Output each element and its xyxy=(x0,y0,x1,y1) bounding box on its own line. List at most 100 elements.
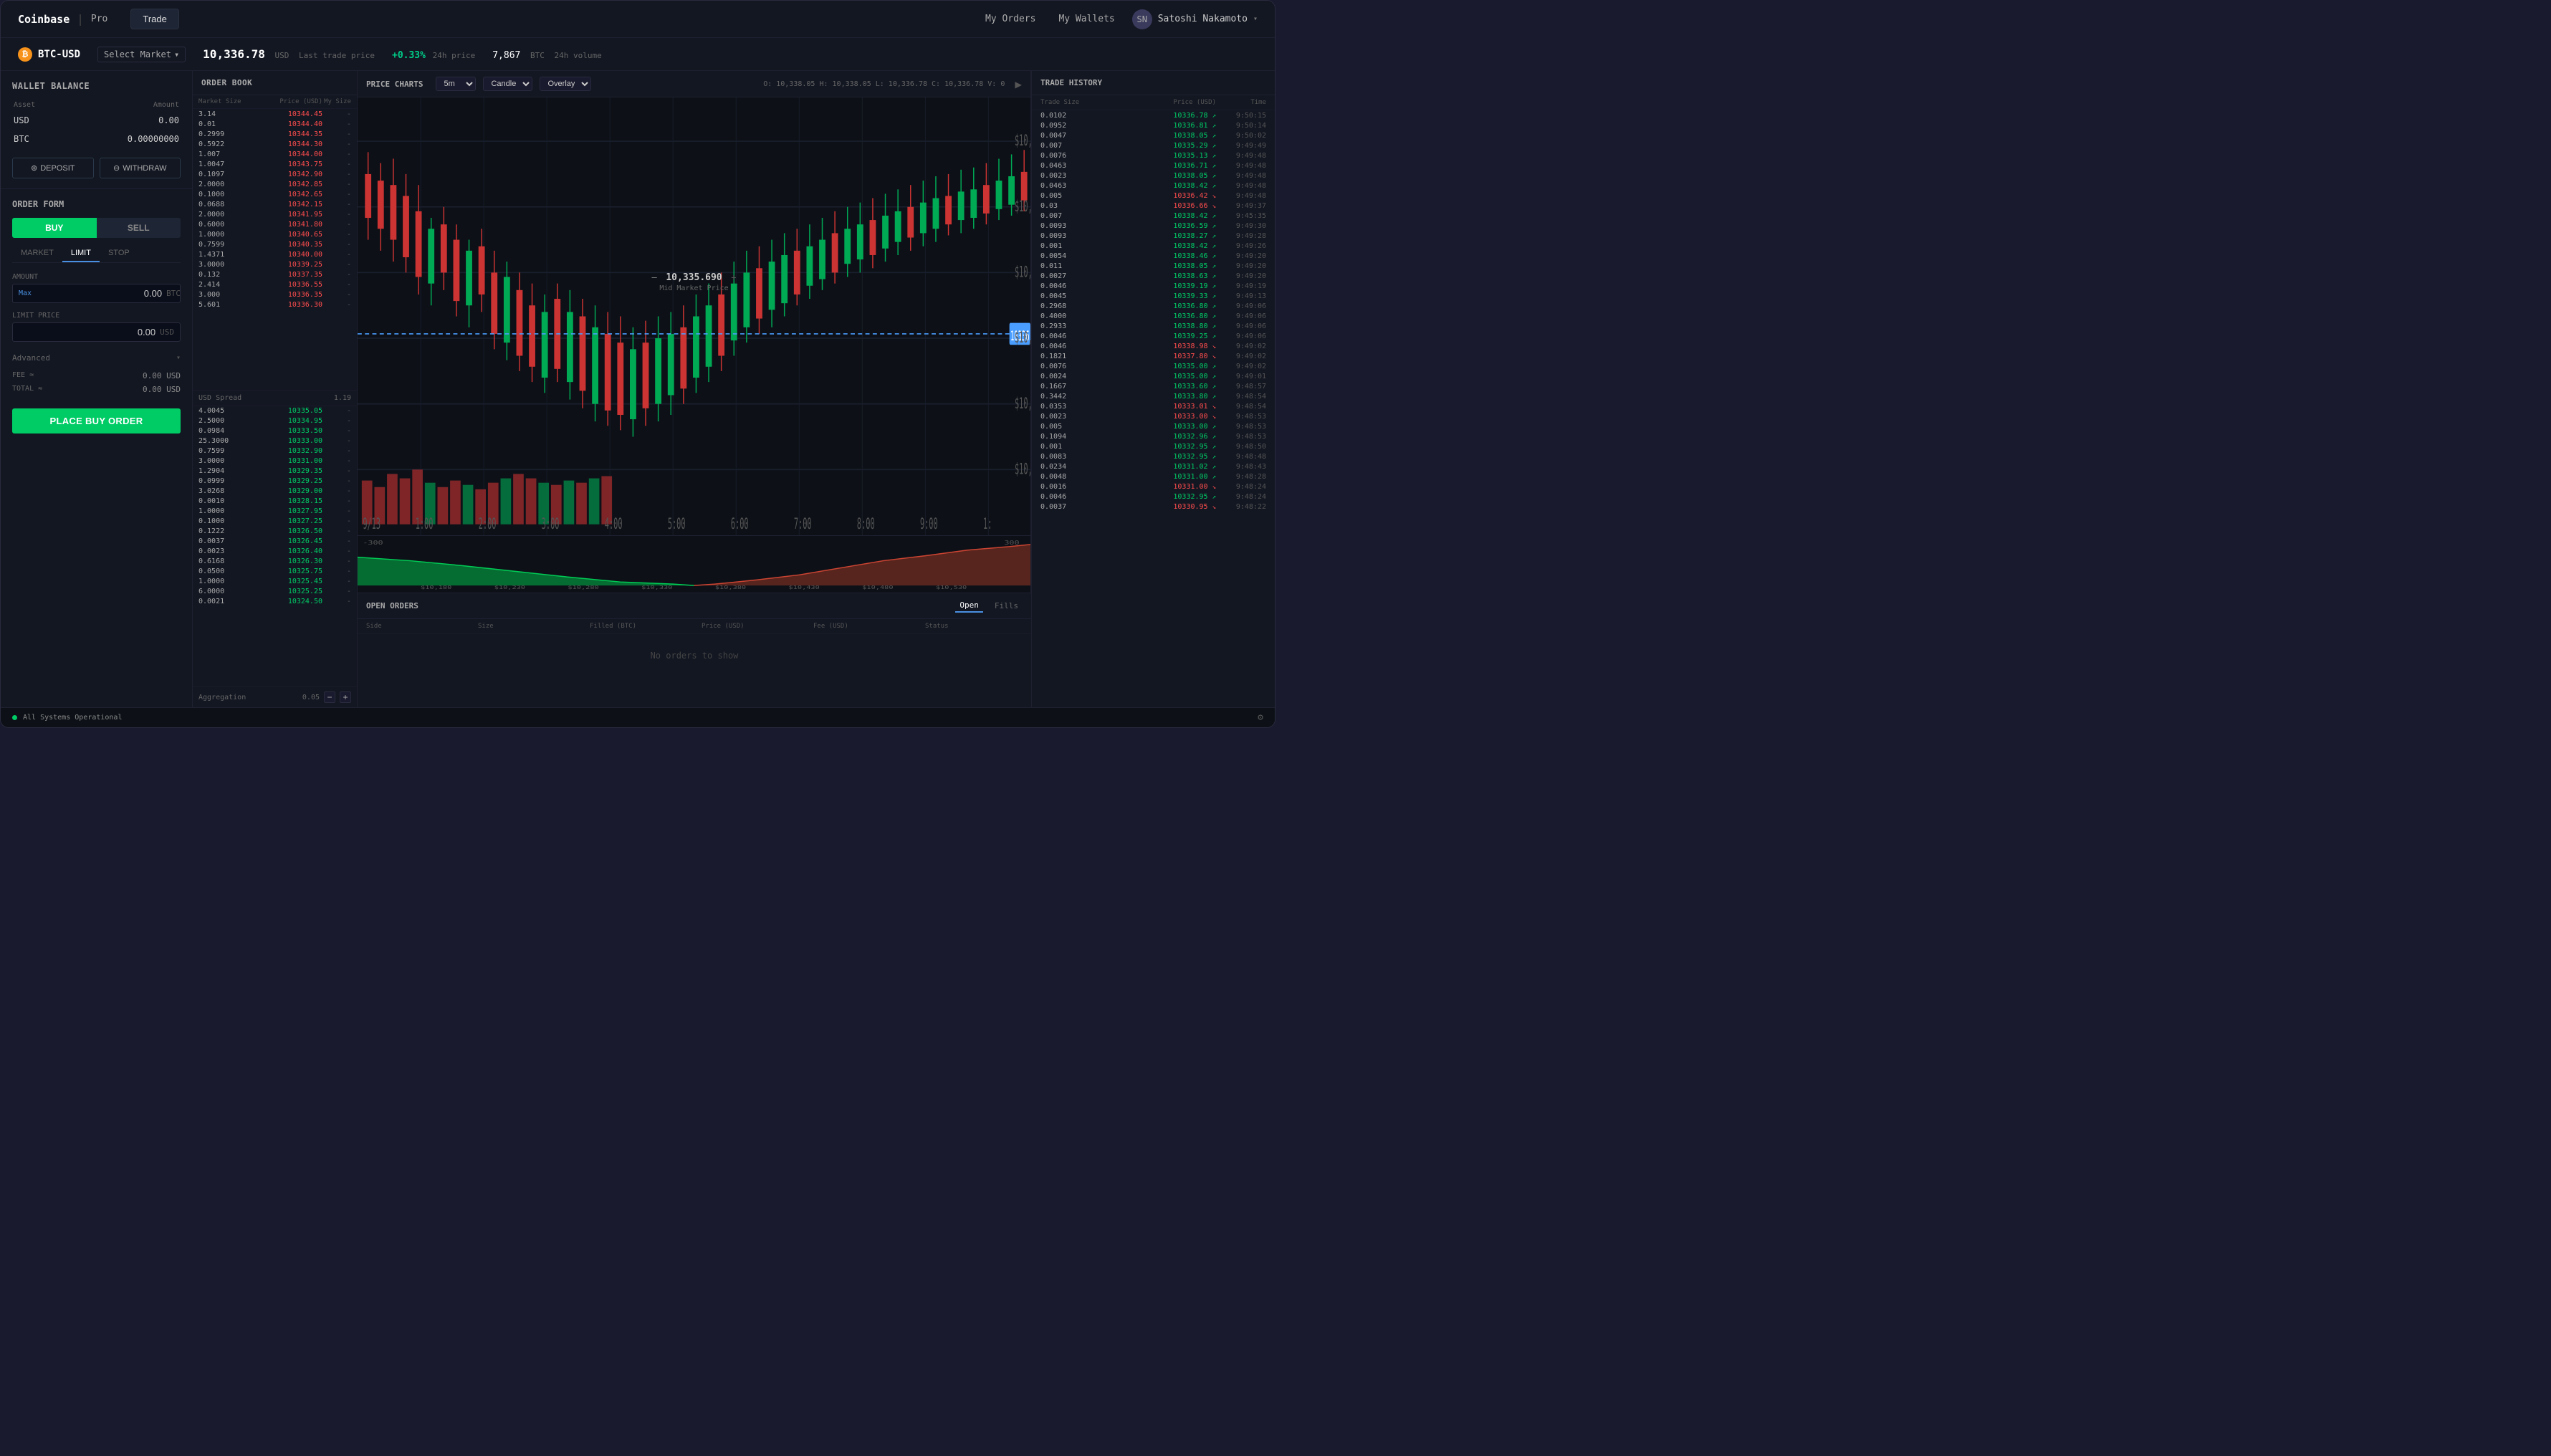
ask-row[interactable]: 0.592210344.30- xyxy=(193,139,357,149)
trade-row[interactable]: 0.00710338.42 ↗9:45:35 xyxy=(1032,211,1275,221)
settings-icon[interactable]: ⚙ xyxy=(1258,712,1263,723)
bid-row[interactable]: 0.001010328.15- xyxy=(193,497,357,507)
ask-row[interactable]: 0.109710342.90- xyxy=(193,169,357,179)
trade-row[interactable]: 0.004510339.33 ↗9:49:13 xyxy=(1032,291,1275,301)
bid-row[interactable]: 6.000010325.25- xyxy=(193,587,357,597)
bid-row[interactable]: 0.100010327.25- xyxy=(193,517,357,527)
ask-row[interactable]: 1.000010340.65- xyxy=(193,229,357,239)
trade-row[interactable]: 0.095210336.81 ↗9:50:14 xyxy=(1032,120,1275,130)
trade-row[interactable]: 0.109410332.96 ↗9:48:53 xyxy=(1032,431,1275,441)
ask-row[interactable]: 3.000010339.25- xyxy=(193,259,357,269)
bid-row[interactable]: 0.050010325.75- xyxy=(193,567,357,577)
ask-row[interactable]: 1.00710344.00- xyxy=(193,149,357,159)
trade-row[interactable]: 0.00510336.42 ↘9:49:48 xyxy=(1032,191,1275,201)
open-tab[interactable]: Open xyxy=(955,599,983,613)
trade-row[interactable]: 0.004610338.98 ↘9:49:02 xyxy=(1032,341,1275,351)
trade-row[interactable]: 0.004710338.05 ↗9:50:02 xyxy=(1032,130,1275,140)
trade-row[interactable]: 0.023410331.02 ↗9:48:43 xyxy=(1032,461,1275,471)
max-link[interactable]: Max xyxy=(19,289,32,297)
trade-row[interactable]: 0.035310333.01 ↘9:48:54 xyxy=(1032,401,1275,411)
ask-row[interactable]: 0.068810342.15- xyxy=(193,199,357,209)
trade-row[interactable]: 0.004610339.25 ↗9:49:06 xyxy=(1032,331,1275,341)
bid-row[interactable]: 0.098410333.50- xyxy=(193,426,357,436)
trade-row[interactable]: 0.166710333.60 ↗9:48:57 xyxy=(1032,381,1275,391)
logo[interactable]: Coinbase | Pro xyxy=(18,12,107,26)
trade-row[interactable]: 0.004610332.95 ↗9:48:24 xyxy=(1032,492,1275,502)
trade-row[interactable]: 0.046310338.42 ↗9:49:48 xyxy=(1032,181,1275,191)
ask-row[interactable]: 0.299910344.35- xyxy=(193,129,357,139)
market-tab[interactable]: MARKET xyxy=(12,245,62,262)
chart-type-select[interactable]: CandleLine xyxy=(483,77,532,91)
trade-row[interactable]: 0.00110338.42 ↗9:49:26 xyxy=(1032,241,1275,251)
ask-row[interactable]: 3.00010336.35- xyxy=(193,289,357,300)
aggregation-minus-button[interactable]: − xyxy=(324,691,335,703)
fills-tab[interactable]: Fills xyxy=(990,600,1023,612)
trade-row[interactable]: 0.01110338.05 ↗9:49:20 xyxy=(1032,261,1275,271)
ask-row[interactable]: 0.13210337.35- xyxy=(193,269,357,279)
bid-row[interactable]: 0.616810326.30- xyxy=(193,557,357,567)
select-market-btn[interactable]: Select Market ▾ xyxy=(97,47,186,62)
trade-row[interactable]: 0.00510333.00 ↗9:48:53 xyxy=(1032,421,1275,431)
bid-row[interactable]: 25.300010333.00- xyxy=(193,436,357,446)
buy-tab[interactable]: BUY xyxy=(12,218,97,238)
deposit-button[interactable]: ⊕ DEPOSIT xyxy=(12,158,94,178)
trade-row[interactable]: 0.002410335.00 ↗9:49:01 xyxy=(1032,371,1275,381)
trade-row[interactable]: 0.296810336.80 ↗9:49:06 xyxy=(1032,301,1275,311)
ask-row[interactable]: 3.1410344.45- xyxy=(193,109,357,119)
bid-row[interactable]: 3.000010331.00- xyxy=(193,456,357,466)
amount-input[interactable] xyxy=(36,288,162,299)
ask-row[interactable]: 0.100010342.65- xyxy=(193,189,357,199)
user-info[interactable]: SN Satoshi Nakamoto ▾ xyxy=(1132,9,1258,29)
ask-row[interactable]: 0.0110344.40- xyxy=(193,119,357,129)
bid-row[interactable]: 0.002110324.50- xyxy=(193,597,357,607)
trade-row[interactable]: 0.009310336.59 ↗9:49:30 xyxy=(1032,221,1275,231)
my-orders-btn[interactable]: My Orders xyxy=(980,11,1041,27)
bid-row[interactable]: 0.002310326.40- xyxy=(193,547,357,557)
bid-row[interactable]: 3.026810329.00- xyxy=(193,487,357,497)
trade-row[interactable]: 0.344210333.80 ↗9:48:54 xyxy=(1032,391,1275,401)
trade-row[interactable]: 0.007610335.00 ↗9:49:02 xyxy=(1032,361,1275,371)
trade-row[interactable]: 0.293310338.80 ↗9:49:06 xyxy=(1032,321,1275,331)
trade-row[interactable]: 0.046310336.71 ↗9:49:48 xyxy=(1032,161,1275,171)
my-wallets-btn[interactable]: My Wallets xyxy=(1053,11,1120,27)
chart-nav-right-icon[interactable]: ▶ xyxy=(1015,77,1022,91)
trade-row[interactable]: 0.002310333.00 ↘9:48:53 xyxy=(1032,411,1275,421)
trade-row[interactable]: 0.182110337.80 ↘9:49:02 xyxy=(1032,351,1275,361)
bid-row[interactable]: 4.004510335.05- xyxy=(193,406,357,416)
bid-row[interactable]: 1.290410329.35- xyxy=(193,466,357,476)
ask-row[interactable]: 1.437110340.00- xyxy=(193,249,357,259)
bid-row[interactable]: 0.099910329.25- xyxy=(193,476,357,487)
overlay-select[interactable]: Overlay xyxy=(540,77,591,91)
trade-row[interactable]: 0.009310338.27 ↗9:49:28 xyxy=(1032,231,1275,241)
bid-row[interactable]: 2.500010334.95- xyxy=(193,416,357,426)
trade-row[interactable]: 0.005410338.46 ↗9:49:20 xyxy=(1032,251,1275,261)
trade-row[interactable]: 0.002310338.05 ↗9:49:48 xyxy=(1032,171,1275,181)
limit-price-input[interactable] xyxy=(19,327,155,337)
ask-row[interactable]: 2.000010341.95- xyxy=(193,209,357,219)
limit-tab[interactable]: LIMIT xyxy=(62,245,100,262)
ask-row[interactable]: 0.600010341.80- xyxy=(193,219,357,229)
trade-row[interactable]: 0.004810331.00 ↗9:48:28 xyxy=(1032,471,1275,482)
bid-row[interactable]: 0.122210326.50- xyxy=(193,527,357,537)
bid-row[interactable]: 0.003710326.45- xyxy=(193,537,357,547)
trade-row[interactable]: 0.004610339.19 ↗9:49:19 xyxy=(1032,281,1275,291)
trade-row[interactable]: 0.001610331.00 ↘9:48:24 xyxy=(1032,482,1275,492)
place-buy-order-button[interactable]: PLACE BUY ORDER xyxy=(12,408,181,434)
bid-row[interactable]: 0.759910332.90- xyxy=(193,446,357,456)
bid-row[interactable]: 1.000010325.45- xyxy=(193,577,357,587)
trade-row[interactable]: 0.400010336.80 ↗9:49:06 xyxy=(1032,311,1275,321)
ask-row[interactable]: 2.41410336.55- xyxy=(193,279,357,289)
withdraw-button[interactable]: ⊖ WITHDRAW xyxy=(100,158,181,178)
bid-row[interactable]: 1.000010327.95- xyxy=(193,507,357,517)
sell-tab[interactable]: SELL xyxy=(97,218,181,238)
trade-row[interactable]: 0.002710338.63 ↗9:49:20 xyxy=(1032,271,1275,281)
ask-row[interactable]: 1.004710343.75- xyxy=(193,159,357,169)
trade-row[interactable]: 0.003710330.95 ↘9:48:22 xyxy=(1032,502,1275,512)
trade-row[interactable]: 0.0310336.66 ↘9:49:37 xyxy=(1032,201,1275,211)
trade-row[interactable]: 0.00110332.95 ↗9:48:50 xyxy=(1032,441,1275,451)
stop-tab[interactable]: STOP xyxy=(100,245,138,262)
ask-row[interactable]: 2.000010342.85- xyxy=(193,179,357,189)
trade-row[interactable]: 0.007610335.13 ↗9:49:48 xyxy=(1032,150,1275,161)
trade-row[interactable]: 0.00710335.29 ↗9:49:49 xyxy=(1032,140,1275,150)
trade-row[interactable]: 0.008310332.95 ↗9:48:48 xyxy=(1032,451,1275,461)
